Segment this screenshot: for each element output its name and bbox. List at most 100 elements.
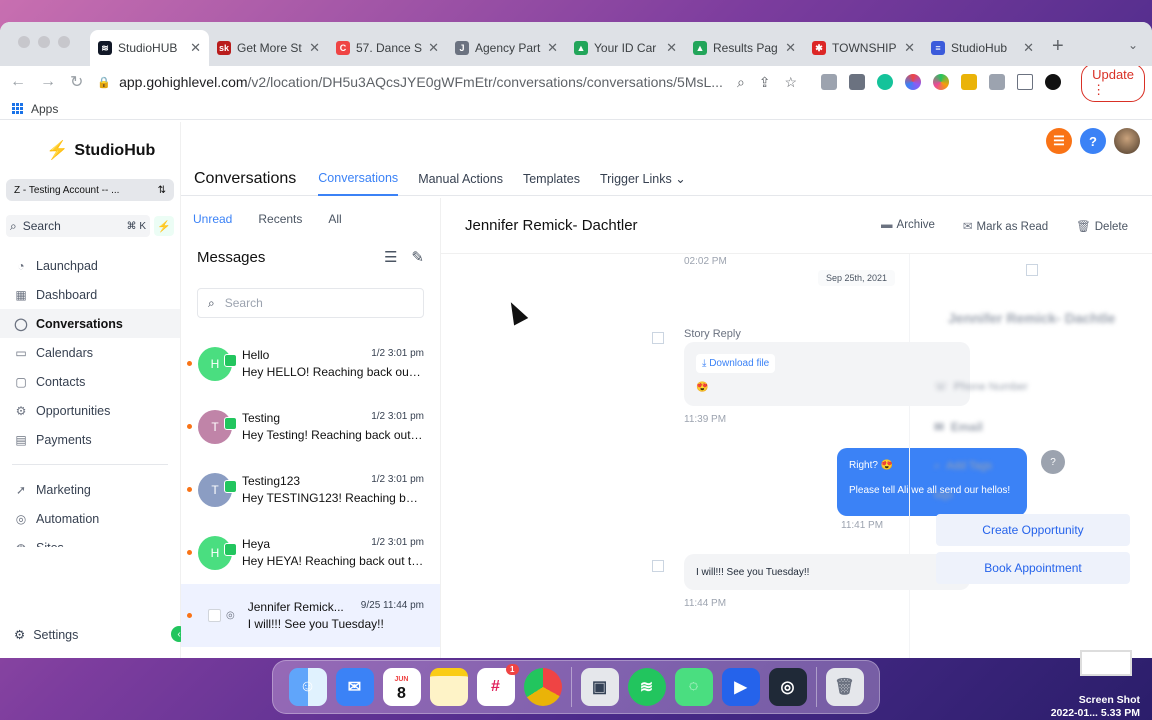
create-opportunity-button[interactable]: Create Opportunity: [936, 514, 1130, 546]
delete-button[interactable]: 🗑 Delete: [1076, 219, 1128, 233]
conversation-item[interactable]: T Testing 1/2 3:01 pm Hey Testing! Reaching…: [181, 395, 440, 458]
browser-tab[interactable]: J Agency Part ✕: [447, 30, 566, 66]
close-icon[interactable]: ✕: [428, 40, 439, 56]
tab-manual-actions[interactable]: Manual Actions: [418, 162, 503, 196]
reload-icon[interactable]: ↻: [70, 72, 83, 92]
select-checkbox[interactable]: [208, 609, 221, 622]
add-tags-field[interactable]: ⌕ Add Tags: [934, 460, 992, 473]
extension-colorful-icon[interactable]: [905, 74, 922, 90]
sidebar-item-dashboard[interactable]: ▦ Dashboard: [0, 280, 180, 309]
sms-badge-icon: [224, 416, 237, 430]
profile-avatar[interactable]: [1045, 74, 1062, 90]
sidebar-item-marketing[interactable]: ➚ Marketing: [0, 475, 180, 504]
browser-tab[interactable]: ▲ Your ID Car ✕: [566, 30, 685, 66]
forward-icon[interactable]: →: [40, 73, 56, 91]
conversation-item[interactable]: ◎ Jennifer Remick... 9/25 11:44 pm I will!!…: [181, 584, 440, 647]
filter-unread[interactable]: Unread: [193, 212, 232, 226]
close-icon[interactable]: ✕: [190, 40, 201, 56]
share-icon[interactable]: ⇪: [759, 74, 771, 91]
tab-conversations[interactable]: Conversations: [318, 162, 399, 196]
new-tab-button[interactable]: +: [1042, 35, 1074, 66]
close-icon[interactable]: ✕: [547, 40, 558, 56]
sidebar-item-payments[interactable]: ▤ Payments: [0, 425, 180, 454]
tab-title: Your ID Car: [594, 41, 657, 55]
account-switcher[interactable]: Z - Testing Account -- ... ⇅: [6, 179, 174, 201]
compose-icon[interactable]: ✎: [411, 248, 424, 266]
apps-grid-icon[interactable]: [12, 103, 23, 114]
tab-trigger-links[interactable]: Trigger Links ⌄: [600, 162, 686, 196]
close-icon[interactable]: ✕: [666, 40, 677, 56]
archive-button[interactable]: ▬ Archive: [881, 219, 935, 233]
tab-templates[interactable]: Templates: [523, 162, 580, 196]
logo[interactable]: ⚡ StudioHub: [0, 122, 180, 161]
sidebar-item-sites[interactable]: ◍ Sites: [0, 533, 180, 548]
update-button[interactable]: Update ⋮: [1081, 62, 1146, 102]
quick-action-bolt-icon[interactable]: ⚡: [154, 216, 174, 236]
conversation-preview: Hey TESTING123! Reaching bac...: [242, 491, 424, 505]
conversation-item[interactable]: H Hello 1/2 3:01 pm Hey HELLO! Reaching bac…: [181, 332, 440, 395]
trash-icon[interactable]: 🗑: [825, 668, 864, 706]
close-icon[interactable]: ✕: [1023, 40, 1034, 56]
download-file-link[interactable]: ⤓ Download file: [696, 354, 776, 373]
sidebar-item-conversations[interactable]: ◯ Conversations: [0, 309, 180, 338]
browser-tab[interactable]: ≡ StudioHub ✕: [923, 30, 1042, 66]
back-icon[interactable]: ←: [10, 73, 26, 91]
sidebar-item-launchpad[interactable]: ◔ Launchpad: [0, 251, 180, 280]
bookmark-star-icon[interactable]: ☆: [785, 74, 798, 91]
extension-grammarly-icon[interactable]: [877, 74, 894, 90]
filter-sliders-icon[interactable]: ☰: [384, 248, 397, 266]
spotify-icon[interactable]: ≋: [627, 668, 666, 706]
user-avatar[interactable]: [1114, 128, 1140, 154]
screenshot-thumbnail[interactable]: [1080, 650, 1132, 676]
book-appointment-button[interactable]: Book Appointment: [936, 552, 1130, 584]
close-icon[interactable]: ✕: [904, 40, 915, 56]
sidebar-item-calendars[interactable]: ▭ Calendars: [0, 338, 180, 367]
extension-code-icon[interactable]: [821, 74, 838, 90]
zoom-icon[interactable]: ▶: [721, 668, 760, 706]
browser-tab[interactable]: ✱ TOWNSHIP ✕: [804, 30, 923, 66]
desktop-screenshot-file[interactable]: Screen Shot 2022-01... 5.33 PM: [1051, 694, 1140, 720]
avatar: T: [198, 409, 237, 444]
sidebar-item-contacts[interactable]: ▢ Contacts: [0, 367, 180, 396]
sidepanel-icon[interactable]: [1017, 74, 1034, 90]
extension-camera-icon[interactable]: [849, 74, 866, 90]
zoom-icon[interactable]: ⌕: [737, 74, 745, 91]
browser-tab[interactable]: ▲ Results Pag ✕: [685, 30, 804, 66]
conversation-item[interactable]: H Heya 1/2 3:01 pm Hey HEYA! Reaching back …: [181, 521, 440, 584]
mark-read-button[interactable]: ✉ Mark as Read: [963, 219, 1048, 233]
help-icon[interactable]: ?: [1080, 128, 1106, 154]
list-icon[interactable]: ☰: [1046, 128, 1072, 154]
tab-search-chevron-icon[interactable]: ⌄: [1128, 38, 1138, 52]
browser-tab[interactable]: ≋ StudioHUB ✕: [90, 30, 209, 66]
conversation-item[interactable]: T Testing123 1/2 3:01 pm Hey TESTING123! Re…: [181, 458, 440, 521]
filter-all[interactable]: All: [328, 212, 341, 226]
sms-badge-icon: [224, 479, 237, 493]
preview-icon[interactable]: ▣: [580, 668, 619, 706]
sidebar-item-opportunities[interactable]: ⚙ Opportunities: [0, 396, 180, 425]
close-icon[interactable]: ✕: [785, 40, 796, 56]
extension-pinwheel-icon[interactable]: [933, 74, 950, 90]
calendar-icon[interactable]: JUN 8: [382, 668, 421, 706]
window-controls[interactable]: [18, 36, 70, 48]
conversation-search-input[interactable]: ⌕ Search: [197, 288, 424, 318]
filter-recents[interactable]: Recents: [258, 212, 302, 226]
browser-tab[interactable]: sk Get More St ✕: [209, 30, 328, 66]
browser-tab[interactable]: C 57. Dance S ✕: [328, 30, 447, 66]
messages-icon[interactable]: ◌: [674, 668, 713, 706]
apps-bookmark[interactable]: Apps: [31, 102, 58, 116]
sidebar-search[interactable]: ⌕ Search ⌘ K: [6, 215, 150, 237]
close-icon[interactable]: ✕: [309, 40, 320, 56]
email-field[interactable]: ✉ Email: [934, 420, 983, 434]
notes-icon[interactable]: [429, 668, 468, 706]
url-field[interactable]: 🔒 app.gohighlevel.com/v2/location/DH5u3A…: [97, 68, 723, 96]
sidebar-item-settings[interactable]: ⚙ Settings: [0, 627, 180, 643]
finder-icon[interactable]: ☺: [288, 668, 327, 706]
phone-field[interactable]: ☏ Phone Number: [934, 380, 1028, 393]
sidebar-item-automation[interactable]: ◎ Automation: [0, 504, 180, 533]
quicktime-icon[interactable]: ◎: [768, 668, 807, 706]
chrome-icon[interactable]: [523, 668, 562, 706]
mail-icon[interactable]: ✉: [335, 668, 374, 706]
extension-yellow-icon[interactable]: [961, 74, 978, 90]
extensions-puzzle-icon[interactable]: [989, 74, 1006, 90]
slack-icon[interactable]: #1: [476, 664, 519, 706]
